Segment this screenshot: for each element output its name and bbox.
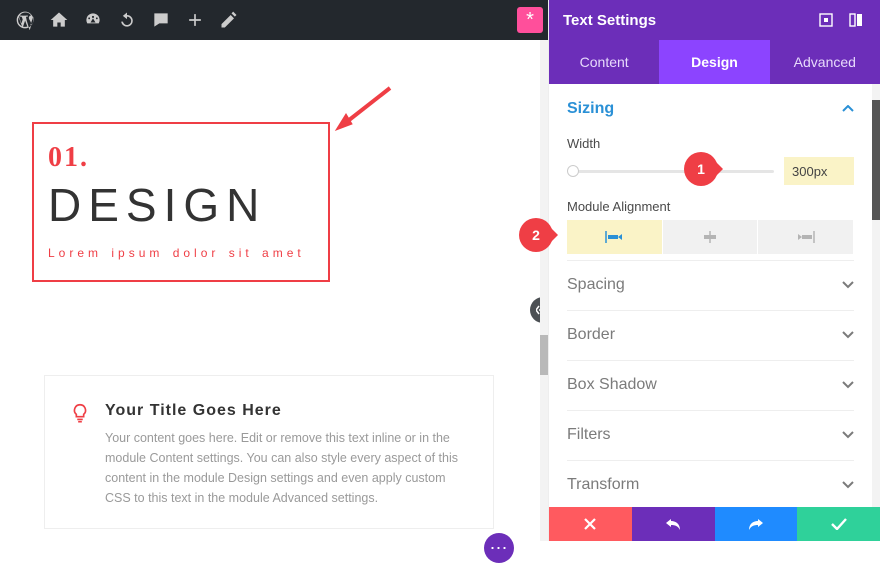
undo-button[interactable] [632, 507, 715, 541]
comment-icon[interactable] [144, 0, 178, 40]
chevron-down-icon [842, 476, 854, 494]
group-sizing-label: Sizing [567, 100, 614, 118]
plus-icon[interactable] [178, 0, 212, 40]
annotation-callout-1: 1 [684, 152, 718, 186]
canvas-scrollbar-track [540, 40, 548, 541]
tab-design[interactable]: Design [659, 40, 769, 84]
module-subtitle: Lorem ipsum dolor sit amet [48, 246, 314, 260]
group-transform[interactable]: Transform [567, 460, 854, 507]
module-title: DESIGN [48, 178, 314, 232]
width-value-input[interactable]: 300px [784, 157, 854, 185]
page-canvas: 01. DESIGN Lorem ipsum dolor sit amet Yo… [0, 40, 555, 541]
group-box-shadow[interactable]: Box Shadow [567, 360, 854, 410]
snap-icon[interactable] [846, 10, 866, 30]
annotation-arrow-icon [334, 84, 394, 132]
chevron-up-icon [842, 100, 854, 118]
tab-advanced[interactable]: Advanced [770, 40, 880, 84]
selected-text-module[interactable]: 01. DESIGN Lorem ipsum dolor sit amet [32, 122, 330, 282]
save-button[interactable] [797, 507, 880, 541]
refresh-icon[interactable] [110, 0, 144, 40]
panel-header: Text Settings [549, 0, 880, 40]
chevron-down-icon [842, 426, 854, 444]
blurb-title: Your Title Goes Here [105, 402, 469, 420]
width-slider[interactable] [567, 170, 774, 173]
panel-body: Sizing Width 300px Module Alignment Spac… [549, 84, 872, 507]
wp-admin-bar: * [0, 0, 555, 40]
panel-action-bar [549, 507, 880, 541]
wordpress-icon[interactable] [8, 0, 42, 40]
alignment-label: Module Alignment [567, 199, 854, 214]
width-label: Width [567, 136, 854, 151]
blurb-body: Your content goes here. Edit or remove t… [105, 428, 469, 508]
discard-button[interactable] [549, 507, 632, 541]
pencil-icon[interactable] [212, 0, 246, 40]
alignment-buttons [567, 220, 854, 254]
chevron-down-icon [842, 376, 854, 394]
module-options-fab[interactable]: ⋯ [484, 533, 514, 563]
align-right-button[interactable] [758, 220, 854, 254]
settings-panel: Text Settings Content Design Advanced Si… [548, 0, 880, 541]
redo-button[interactable] [715, 507, 798, 541]
panel-scrollbar-thumb[interactable] [872, 100, 880, 220]
panel-title: Text Settings [563, 12, 656, 29]
dashboard-icon[interactable] [76, 0, 110, 40]
module-number: 01. [48, 142, 314, 174]
settings-tabs: Content Design Advanced [549, 40, 880, 84]
align-left-button[interactable] [567, 220, 663, 254]
blurb-module[interactable]: Your Title Goes Here Your content goes h… [44, 375, 494, 529]
lightbulb-icon [69, 402, 91, 424]
group-sizing[interactable]: Sizing [567, 84, 854, 134]
home-icon[interactable] [42, 0, 76, 40]
tab-content[interactable]: Content [549, 40, 659, 84]
group-spacing[interactable]: Spacing [567, 260, 854, 310]
width-slider-knob[interactable] [567, 165, 579, 177]
annotation-callout-2: 2 [519, 218, 553, 252]
chevron-down-icon [842, 276, 854, 294]
divi-logo[interactable]: * [517, 7, 543, 33]
group-filters[interactable]: Filters [567, 410, 854, 460]
align-center-button[interactable] [663, 220, 759, 254]
group-border[interactable]: Border [567, 310, 854, 360]
expand-icon[interactable] [816, 10, 836, 30]
canvas-scrollbar-thumb[interactable] [540, 335, 548, 375]
chevron-down-icon [842, 326, 854, 344]
